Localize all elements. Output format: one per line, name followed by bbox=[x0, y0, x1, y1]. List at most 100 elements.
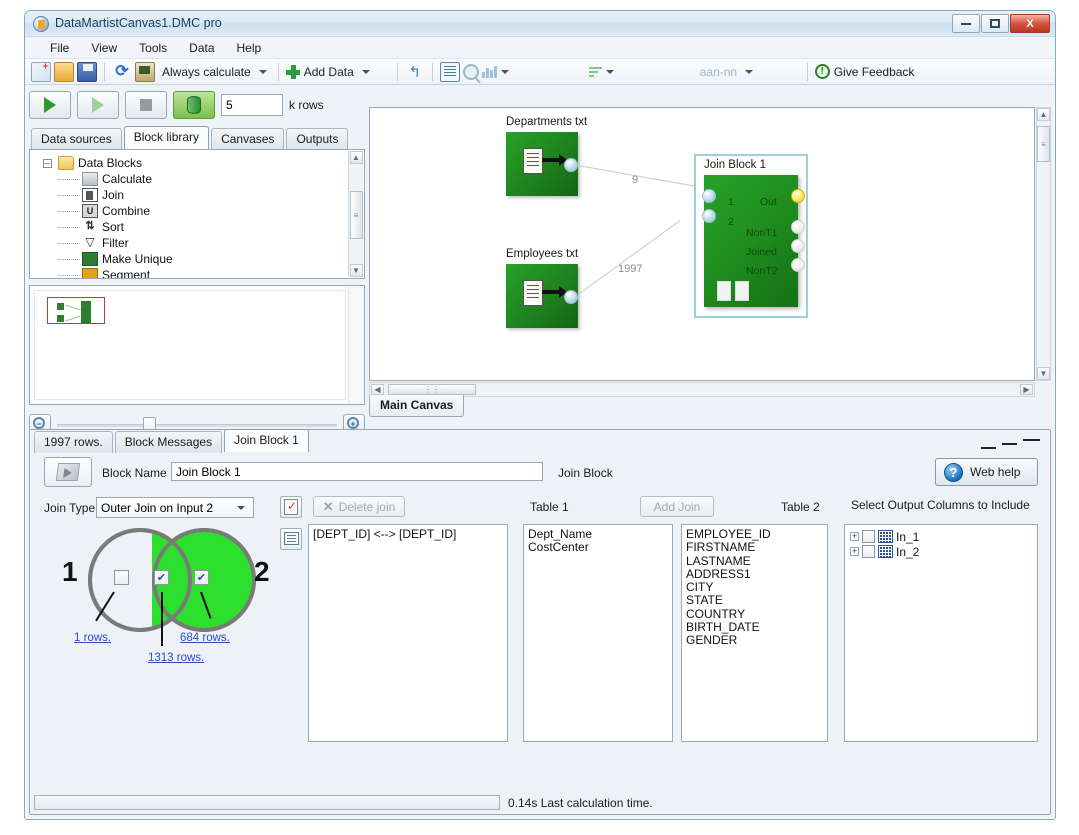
venn-checkbox-right-only[interactable]: ✔ bbox=[194, 570, 209, 585]
minimize-button[interactable] bbox=[952, 14, 980, 33]
canvas-hscroll-thumb[interactable]: ⋮⋮ bbox=[388, 384, 476, 395]
tab-block-messages[interactable]: Block Messages bbox=[114, 431, 223, 453]
panel-restore-down-icon[interactable] bbox=[981, 447, 996, 449]
tab-main-canvas[interactable]: Main Canvas bbox=[369, 395, 465, 417]
maximize-button[interactable] bbox=[981, 14, 1009, 33]
port-join-out[interactable] bbox=[791, 189, 805, 203]
expand-icon-2[interactable]: + bbox=[850, 547, 859, 556]
overview-scrollbar[interactable] bbox=[348, 287, 363, 403]
join-condition-item[interactable]: [DEPT_ID] <--> [DEPT_ID] bbox=[309, 525, 507, 541]
list-item[interactable]: CITY bbox=[682, 580, 827, 594]
block-thumbnail[interactable] bbox=[44, 457, 92, 487]
undo-icon[interactable]: ↰ bbox=[405, 62, 425, 82]
panel-maximize-icon[interactable] bbox=[1023, 439, 1040, 441]
port-join-nont2[interactable] bbox=[791, 258, 805, 272]
port-join-joined[interactable] bbox=[791, 239, 805, 253]
canvas-scroll-up-icon[interactable]: ▲ bbox=[1037, 108, 1050, 121]
list-item[interactable]: GENDER bbox=[682, 634, 827, 648]
format-combo[interactable]: aan-nn bbox=[696, 65, 800, 79]
table1-columns-list[interactable]: Dept_Name CostCenter bbox=[523, 524, 673, 742]
list-item[interactable]: Dept_Name bbox=[524, 527, 672, 541]
menu-data[interactable]: Data bbox=[178, 38, 225, 58]
tree-expander[interactable]: – bbox=[36, 158, 58, 168]
tree-scrollbar[interactable]: ▲ ≡ ▼ bbox=[348, 151, 363, 277]
list-item[interactable]: BIRTH_DATE bbox=[682, 620, 827, 634]
port-employees-out[interactable] bbox=[564, 290, 578, 304]
expand-icon[interactable]: + bbox=[850, 532, 859, 541]
canvas-scroll-left-icon[interactable]: ◀ bbox=[371, 384, 384, 395]
port-join-in-1[interactable] bbox=[702, 189, 716, 203]
stop-button[interactable] bbox=[125, 91, 167, 119]
overview-viewport-rect[interactable] bbox=[47, 297, 105, 324]
calc-mode-combo[interactable]: Always calculate bbox=[158, 65, 271, 79]
block-name-input[interactable] bbox=[171, 462, 543, 481]
zoom-slider[interactable] bbox=[57, 416, 337, 436]
chart-menu[interactable] bbox=[481, 65, 586, 78]
scroll-thumb[interactable]: ≡ bbox=[349, 191, 363, 239]
tab-join-block-1[interactable]: Join Block 1 bbox=[224, 429, 309, 452]
output-columns-tree[interactable]: + In_1 + In_2 bbox=[844, 524, 1038, 742]
join-block-button-1[interactable] bbox=[717, 281, 731, 301]
sort-menu[interactable] bbox=[588, 66, 693, 77]
scroll-up-icon[interactable]: ▲ bbox=[349, 151, 363, 164]
tab-canvases[interactable]: Canvases bbox=[211, 128, 285, 150]
delete-join-button[interactable]: ✕ Delete join bbox=[313, 496, 405, 517]
add-data-button[interactable]: Add Data bbox=[285, 64, 390, 79]
menu-tools[interactable]: Tools bbox=[128, 38, 178, 58]
menu-help[interactable]: Help bbox=[226, 38, 273, 58]
close-button[interactable]: X bbox=[1010, 14, 1050, 33]
overview-canvas[interactable] bbox=[34, 290, 346, 400]
show-table-button[interactable] bbox=[280, 528, 302, 550]
tree-item-join[interactable]: Join bbox=[30, 187, 364, 203]
output-checkbox-in1[interactable] bbox=[862, 530, 875, 543]
venn-checkbox-intersection[interactable]: ✔ bbox=[154, 570, 169, 585]
grid-icon[interactable] bbox=[439, 61, 460, 82]
menu-file[interactable]: File bbox=[39, 38, 80, 58]
tree-node-data-blocks[interactable]: – Data Blocks bbox=[30, 155, 364, 171]
refresh-icon[interactable]: ⟳ bbox=[112, 62, 132, 82]
tab-data-sources[interactable]: Data sources bbox=[31, 128, 122, 150]
calculate-icon[interactable] bbox=[135, 61, 155, 82]
join-block-selection[interactable]: Join Block 1 1 2 Out NonT1 Joined NonT2 bbox=[694, 154, 808, 318]
block-join-1[interactable]: 1 2 Out NonT1 Joined NonT2 bbox=[704, 175, 798, 307]
edge-employees-to-join[interactable] bbox=[578, 219, 681, 295]
add-join-button[interactable]: Add Join bbox=[640, 496, 714, 517]
tab-rows[interactable]: 1997 rows. bbox=[34, 431, 113, 453]
save-icon[interactable] bbox=[77, 61, 97, 82]
join-conditions-list[interactable]: [DEPT_ID] <--> [DEPT_ID] bbox=[308, 524, 508, 742]
list-item[interactable]: ADDRESS1 bbox=[682, 567, 827, 581]
list-item[interactable]: COUNTRY bbox=[682, 607, 827, 621]
edit-join-conditions-button[interactable] bbox=[280, 496, 302, 518]
canvas-scroll-down-icon[interactable]: ▼ bbox=[1037, 367, 1050, 380]
sample-data-button[interactable] bbox=[173, 91, 215, 119]
table2-columns-list[interactable]: EMPLOYEE_ID FIRSTNAME LASTNAME ADDRESS1 … bbox=[681, 524, 828, 742]
tab-block-library[interactable]: Block library bbox=[123, 126, 210, 149]
output-checkbox-in2[interactable] bbox=[862, 545, 875, 558]
venn-link-right-rows[interactable]: 684 rows. bbox=[180, 632, 230, 644]
search-icon[interactable] bbox=[462, 63, 479, 80]
tree-item-segment[interactable]: Segment bbox=[30, 267, 364, 278]
tree-item-calculate[interactable]: Calculate bbox=[30, 171, 364, 187]
canvas-vertical-scrollbar[interactable]: ▲ ≡ ▼ bbox=[1036, 107, 1051, 381]
scroll-down-icon[interactable]: ▼ bbox=[349, 264, 363, 277]
block-library-tree[interactable]: – Data Blocks Calculate Join U Combine ⇅… bbox=[29, 149, 365, 279]
venn-link-left-rows[interactable]: 1 rows. bbox=[74, 632, 111, 644]
list-item[interactable]: LASTNAME bbox=[682, 554, 827, 568]
give-feedback-button[interactable]: ! Give Feedback bbox=[814, 64, 919, 79]
canvas-scroll-right-icon[interactable]: ▶ bbox=[1020, 384, 1033, 395]
run-button[interactable] bbox=[29, 91, 71, 119]
join-type-select[interactable]: Outer Join on Input 2 bbox=[96, 497, 254, 518]
join-block-button-2[interactable] bbox=[735, 281, 749, 301]
tree-item-combine[interactable]: U Combine bbox=[30, 203, 364, 219]
panel-restore-icon[interactable] bbox=[1002, 443, 1017, 445]
run-step-button[interactable] bbox=[77, 91, 119, 119]
tab-outputs[interactable]: Outputs bbox=[286, 128, 349, 150]
list-item[interactable]: CostCenter bbox=[524, 540, 672, 554]
port-departments-out[interactable] bbox=[564, 158, 578, 172]
edge-departments-to-join[interactable] bbox=[577, 165, 701, 188]
port-join-in-2[interactable] bbox=[702, 209, 716, 223]
output-tree-item-in1[interactable]: + In_1 bbox=[845, 529, 1037, 544]
canvas-scroll-thumb[interactable]: ≡ bbox=[1037, 126, 1050, 162]
web-help-button[interactable]: ? Web help bbox=[935, 458, 1038, 486]
list-item[interactable]: STATE bbox=[682, 594, 827, 608]
